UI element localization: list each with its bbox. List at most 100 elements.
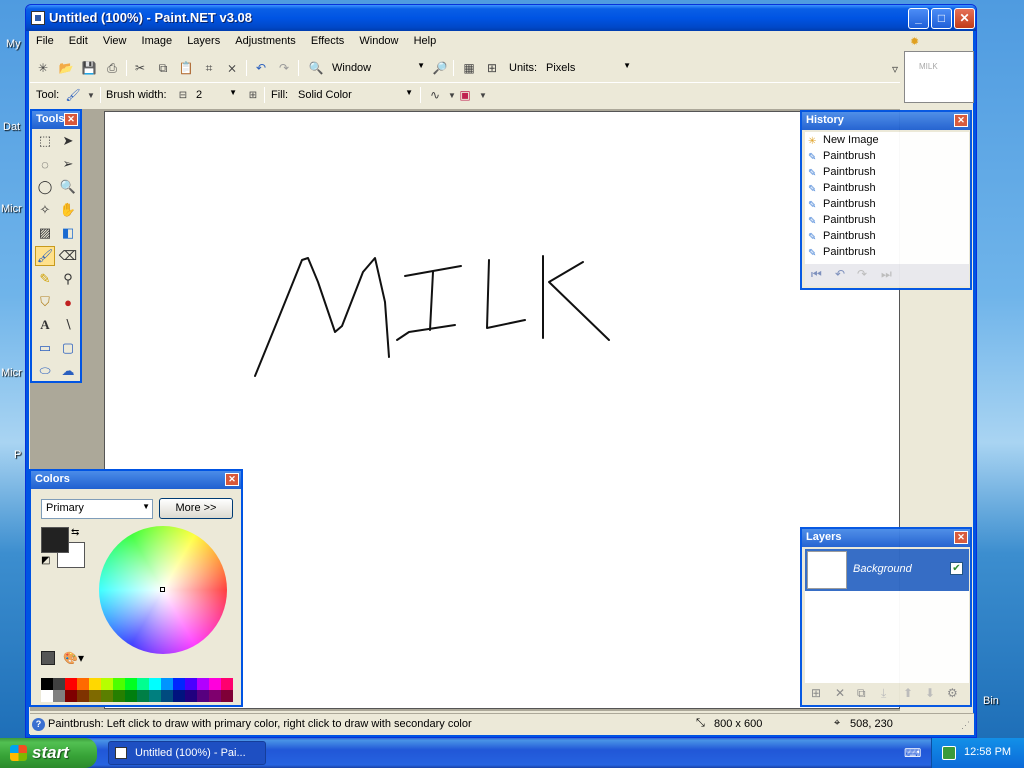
history-item[interactable]: ✎ Paintbrush	[805, 164, 969, 180]
undo-icon[interactable]: ↶	[835, 267, 845, 281]
lasso-select-icon[interactable]: ◌	[35, 154, 55, 174]
palette-swatch[interactable]	[125, 690, 137, 702]
paintnet-app-icon[interactable]	[31, 11, 45, 25]
palette-swatch[interactable]	[113, 690, 125, 702]
chevron-down-icon[interactable]: ▼	[474, 86, 492, 104]
palette-swatch[interactable]	[113, 678, 125, 690]
palette-swatch[interactable]	[185, 690, 197, 702]
open-folder-icon[interactable]: 📂	[57, 59, 75, 77]
recycle-bin-label[interactable]: Bin	[983, 695, 999, 707]
palette-swatch[interactable]	[65, 678, 77, 690]
line-curve-icon[interactable]: ∖	[58, 315, 78, 335]
resize-grip-icon[interactable]: ⋰	[961, 720, 970, 731]
layers-panel-title-bar[interactable]: Layers ✕	[802, 529, 970, 547]
palette-swatch[interactable]	[137, 678, 149, 690]
close-icon[interactable]: ✕	[954, 114, 968, 127]
tools-panel-title-bar[interactable]: Tools ✕	[32, 111, 80, 129]
rectangle-tool-icon[interactable]: ▭	[35, 338, 55, 358]
brush-width-input[interactable]: 2 ▼	[192, 86, 240, 104]
chevron-down-icon[interactable]: ▼	[82, 86, 100, 104]
save-icon[interactable]: 💾	[80, 59, 98, 77]
palette-swatch[interactable]	[161, 678, 173, 690]
clone-stamp-icon[interactable]: ⛉	[35, 292, 55, 312]
close-button[interactable]: ✕	[954, 8, 975, 29]
add-layer-icon[interactable]: ⊞	[811, 686, 821, 700]
desktop-icon-label[interactable]: Micr	[1, 203, 22, 215]
copy-icon[interactable]: ⧉	[154, 59, 172, 77]
history-item[interactable]: ✳ New Image	[805, 132, 969, 148]
palette-menu-icon[interactable]: 🎨▾	[63, 651, 84, 665]
history-item[interactable]: ✎ Paintbrush	[805, 196, 969, 212]
paintbrush-icon[interactable]: 🖌	[64, 86, 82, 104]
palette-swatch[interactable]	[173, 690, 185, 702]
zoom-out-icon[interactable]: 🔍	[307, 59, 325, 77]
pencil-icon[interactable]: ✎	[35, 269, 55, 289]
palette-swatch-icon[interactable]	[41, 651, 55, 665]
history-item[interactable]: ✎ Paintbrush	[805, 212, 969, 228]
text-tool-icon[interactable]: A	[35, 315, 55, 335]
palette-swatch[interactable]	[89, 678, 101, 690]
blend-mode-icon[interactable]: ▣	[456, 86, 474, 104]
image-thumbnail[interactable]: MILK	[904, 51, 974, 103]
new-image-icon[interactable]: ✳	[34, 59, 52, 77]
network-tray-icon[interactable]	[942, 746, 956, 760]
palette-swatch[interactable]	[77, 678, 89, 690]
magic-wand-icon[interactable]: ✧	[35, 200, 55, 220]
taskbar-item-paintnet[interactable]: Untitled (100%) - Pai...	[108, 741, 266, 765]
palette-swatch[interactable]	[89, 690, 101, 702]
rounded-rectangle-icon[interactable]: ▢	[58, 338, 78, 358]
history-item[interactable]: ✎ Paintbrush	[805, 148, 969, 164]
duplicate-layer-icon[interactable]: ⧉	[857, 686, 866, 701]
desktop-icon-label[interactable]: My	[6, 38, 21, 50]
palette-swatch[interactable]	[41, 690, 53, 702]
rewind-icon[interactable]: ⏮	[811, 267, 822, 282]
close-icon[interactable]: ✕	[225, 473, 239, 486]
rectangle-select-icon[interactable]: ⬚	[35, 131, 55, 151]
keyboard-icon[interactable]: ⌨	[904, 746, 921, 760]
palette-swatch[interactable]	[41, 678, 53, 690]
pan-hand-icon[interactable]: ✋	[58, 200, 78, 220]
desktop-icon-label[interactable]: P	[14, 449, 21, 461]
paste-icon[interactable]: 📋	[177, 59, 195, 77]
close-icon[interactable]: ✕	[64, 113, 78, 126]
palette-swatch[interactable]	[149, 690, 161, 702]
history-item[interactable]: ✎ Paintbrush	[805, 180, 969, 196]
color-picker-icon[interactable]: ⚲	[58, 269, 78, 289]
move-layer-up-icon[interactable]: ⬆	[903, 686, 913, 700]
color-mode-select[interactable]: Primary ▼	[41, 499, 153, 519]
palette-swatch[interactable]	[221, 678, 233, 690]
paint-bucket-icon[interactable]: ▨	[35, 223, 55, 243]
recolor-icon[interactable]: ●	[58, 292, 78, 312]
desktop-icon-label[interactable]: Micr	[1, 367, 22, 379]
palette-swatch[interactable]	[161, 690, 173, 702]
ellipse-tool-icon[interactable]: ⬭	[35, 361, 55, 381]
move-selection-icon[interactable]: ➤	[58, 131, 78, 151]
move-layer-down-icon[interactable]: ⬇	[925, 686, 935, 700]
primary-color-swatch[interactable]	[41, 527, 69, 553]
desktop-icon-label[interactable]: Dat	[3, 121, 20, 133]
units-combo[interactable]: Pixels ▼	[542, 59, 634, 77]
palette-swatch[interactable]	[65, 690, 77, 702]
palette-swatch[interactable]	[101, 690, 113, 702]
zoom-tool-icon[interactable]: 🔍	[58, 177, 78, 197]
eraser-icon[interactable]: ⌫	[58, 246, 78, 266]
menu-help[interactable]: Help	[408, 32, 443, 50]
layer-row[interactable]: Background ✔	[805, 549, 969, 591]
fast-forward-icon[interactable]: ⏭	[881, 267, 892, 282]
menu-effects[interactable]: Effects	[305, 32, 350, 50]
paintbrush-tool-icon[interactable]: 🖌	[35, 246, 55, 266]
menu-window[interactable]: Window	[353, 32, 404, 50]
title-bar[interactable]: Untitled (100%) - Paint.NET v3.08 _ □ ✕	[26, 5, 976, 31]
cut-icon[interactable]: ✂	[131, 59, 149, 77]
history-item[interactable]: ✎ Paintbrush	[805, 244, 969, 260]
undo-icon[interactable]: ↶	[252, 59, 270, 77]
merge-layer-down-icon[interactable]: ⤓	[881, 686, 886, 701]
brush-width-decrease-icon[interactable]: ⊟	[174, 86, 192, 104]
palette-swatch[interactable]	[53, 678, 65, 690]
menu-edit[interactable]: Edit	[63, 32, 94, 50]
palette-swatch[interactable]	[125, 678, 137, 690]
redo-icon[interactable]: ↷	[275, 59, 293, 77]
freeform-shape-icon[interactable]: ☁	[58, 361, 78, 381]
history-item[interactable]: ✎ Paintbrush	[805, 228, 969, 244]
palette-swatch[interactable]	[149, 678, 161, 690]
